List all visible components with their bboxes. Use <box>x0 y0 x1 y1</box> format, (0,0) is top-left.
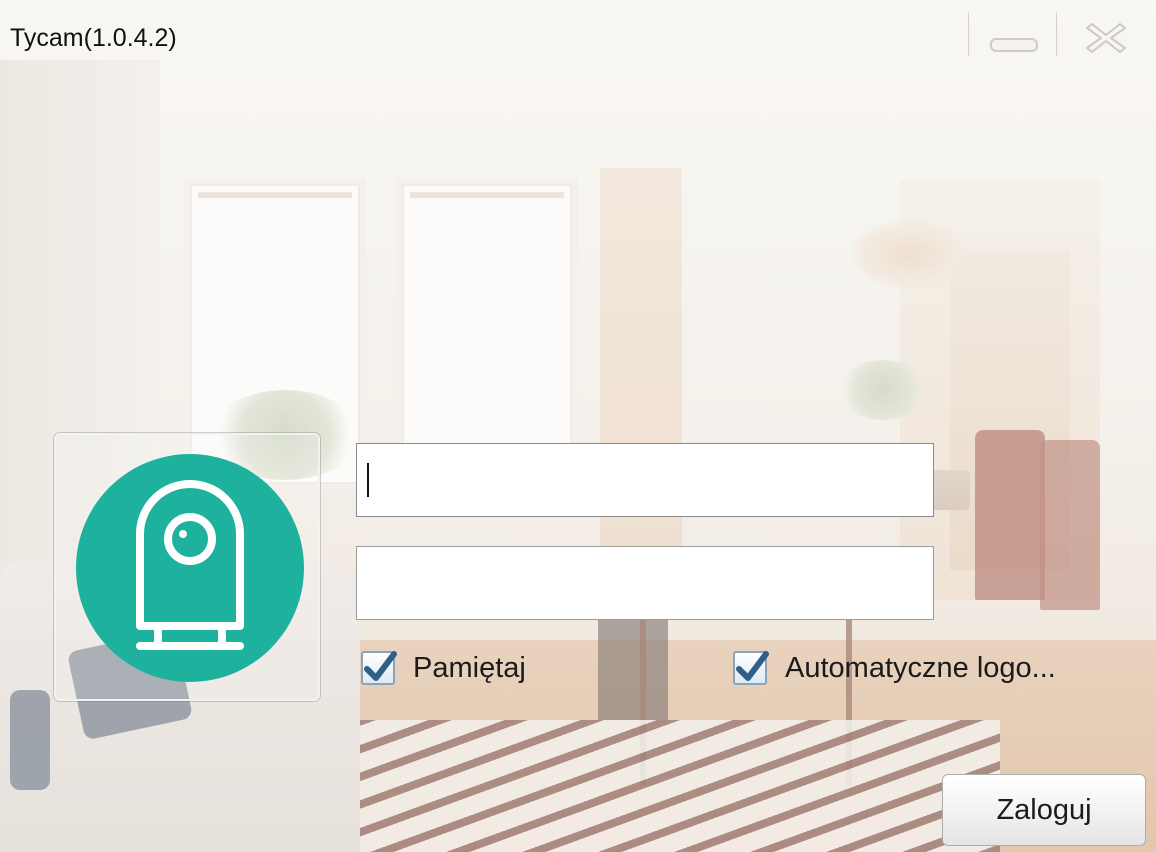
auto-login-label: Automatyczne logo... <box>785 651 1056 684</box>
checkbox-box[interactable] <box>361 651 397 685</box>
window-controls <box>968 10 1153 66</box>
password-input[interactable] <box>356 546 934 620</box>
close-icon <box>1086 23 1126 53</box>
close-button[interactable] <box>1078 16 1134 60</box>
checkbox-box[interactable] <box>733 651 769 685</box>
separator <box>968 12 969 56</box>
remember-label: Pamiętaj <box>413 651 526 684</box>
background-room-image <box>0 0 1156 852</box>
logo-card <box>54 433 320 701</box>
auto-login-checkbox[interactable]: Automatyczne logo... <box>733 648 1056 688</box>
text-caret <box>367 463 369 497</box>
checkmark-icon <box>736 651 769 681</box>
login-button[interactable]: Zaloguj <box>942 774 1146 846</box>
checkmark-icon <box>364 651 397 681</box>
minimize-button[interactable] <box>990 22 1038 56</box>
username-input[interactable] <box>356 443 934 517</box>
logo-badge <box>76 454 304 682</box>
remember-checkbox[interactable]: Pamiętaj <box>361 648 526 688</box>
camera-icon <box>136 480 244 650</box>
window-title: Tycam(1.0.4.2) <box>10 24 177 52</box>
minimize-icon <box>990 38 1038 52</box>
separator <box>1056 12 1057 56</box>
